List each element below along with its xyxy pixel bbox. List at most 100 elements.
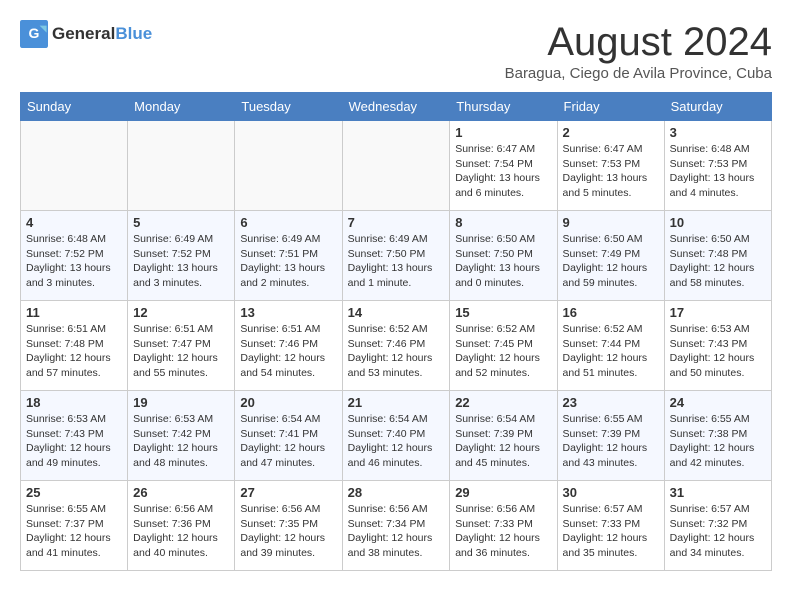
title-area: August 2024 Baragua, Ciego de Avila Prov… [505,20,772,82]
calendar-cell: 17Sunrise: 6:53 AM Sunset: 7:43 PM Dayli… [664,301,771,391]
day-info: Sunrise: 6:57 AM Sunset: 7:32 PM Dayligh… [670,502,766,561]
calendar-cell: 4Sunrise: 6:48 AM Sunset: 7:52 PM Daylig… [21,211,128,301]
day-info: Sunrise: 6:56 AM Sunset: 7:36 PM Dayligh… [133,502,229,561]
day-info: Sunrise: 6:53 AM Sunset: 7:42 PM Dayligh… [133,412,229,471]
calendar-table: SundayMondayTuesdayWednesdayThursdayFrid… [20,92,772,571]
day-number: 28 [348,485,445,500]
calendar-cell [342,121,450,211]
calendar-cell: 30 Sunrise: 6:57 AM Sunset: 7:33 PM Dayli… [557,481,664,571]
calendar-cell: 8 Sunrise: 6:50 AM Sunset: 7:50 PM Daylig… [450,211,557,301]
logo-icon: G [20,20,48,48]
calendar-cell: 24Sunrise: 6:55 AM Sunset: 7:38 PM Dayli… [664,391,771,481]
day-number: 22 [455,395,551,410]
day-number: 16 [563,305,659,320]
calendar-week-row: 4Sunrise: 6:48 AM Sunset: 7:52 PM Daylig… [21,211,772,301]
day-info: Sunrise: 6:52 AM Sunset: 7:45 PM Dayligh… [455,322,551,381]
calendar-cell: 28Sunrise: 6:56 AM Sunset: 7:34 PM Dayli… [342,481,450,571]
day-info: Sunrise: 6:49 AM Sunset: 7:50 PM Dayligh… [348,232,445,291]
svg-text:G: G [29,25,40,41]
calendar-cell: 21Sunrise: 6:54 AM Sunset: 7:40 PM Dayli… [342,391,450,481]
day-info: Sunrise: 6:53 AM Sunset: 7:43 PM Dayligh… [26,412,122,471]
calendar-cell: 6Sunrise: 6:49 AM Sunset: 7:51 PM Daylig… [235,211,342,301]
calendar-cell: 22Sunrise: 6:54 AM Sunset: 7:39 PM Dayli… [450,391,557,481]
day-info: Sunrise: 6:51 AM Sunset: 7:46 PM Dayligh… [240,322,336,381]
day-number: 29 [455,485,551,500]
logo: G GeneralBlue [20,20,152,48]
calendar-cell [21,121,128,211]
day-number: 20 [240,395,336,410]
calendar-cell: 25 Sunrise: 6:55 AM Sunset: 7:37 PM Dayli… [21,481,128,571]
calendar-cell: 20 Sunrise: 6:54 AM Sunset: 7:41 PM Dayli… [235,391,342,481]
calendar-cell: 16 Sunrise: 6:52 AM Sunset: 7:44 PM Dayli… [557,301,664,391]
calendar-cell: 13 Sunrise: 6:51 AM Sunset: 7:46 PM Dayli… [235,301,342,391]
day-info: Sunrise: 6:50 AM Sunset: 7:50 PM Dayligh… [455,232,551,291]
calendar-cell: 2Sunrise: 6:47 AM Sunset: 7:53 PM Daylig… [557,121,664,211]
calendar-cell: 1 Sunrise: 6:47 AM Sunset: 7:54 PM Daylig… [450,121,557,211]
day-info: Sunrise: 6:52 AM Sunset: 7:44 PM Dayligh… [563,322,659,381]
calendar-cell: 23Sunrise: 6:55 AM Sunset: 7:39 PM Dayli… [557,391,664,481]
calendar-cell: 15 Sunrise: 6:52 AM Sunset: 7:45 PM Dayli… [450,301,557,391]
day-number: 18 [26,395,122,410]
page-header: G GeneralBlue August 2024 Baragua, Ciego… [20,20,772,82]
day-info: Sunrise: 6:49 AM Sunset: 7:51 PM Dayligh… [240,232,336,291]
calendar-cell: 12Sunrise: 6:51 AM Sunset: 7:47 PM Dayli… [128,301,235,391]
calendar-cell [128,121,235,211]
day-info: Sunrise: 6:54 AM Sunset: 7:41 PM Dayligh… [240,412,336,471]
day-number: 3 [670,125,766,140]
day-info: Sunrise: 6:54 AM Sunset: 7:40 PM Dayligh… [348,412,445,471]
day-info: Sunrise: 6:55 AM Sunset: 7:37 PM Dayligh… [26,502,122,561]
column-header-monday: Monday [128,93,235,121]
day-info: Sunrise: 6:51 AM Sunset: 7:48 PM Dayligh… [26,322,122,381]
calendar-cell: 27Sunrise: 6:56 AM Sunset: 7:35 PM Dayli… [235,481,342,571]
day-number: 23 [563,395,659,410]
logo-blue: Blue [115,24,152,44]
calendar-cell: 29 Sunrise: 6:56 AM Sunset: 7:33 PM Dayli… [450,481,557,571]
day-number: 19 [133,395,229,410]
column-header-sunday: Sunday [21,93,128,121]
day-info: Sunrise: 6:52 AM Sunset: 7:46 PM Dayligh… [348,322,445,381]
day-number: 15 [455,305,551,320]
day-number: 31 [670,485,766,500]
location-title: Baragua, Ciego de Avila Province, Cuba [505,65,772,82]
day-info: Sunrise: 6:49 AM Sunset: 7:52 PM Dayligh… [133,232,229,291]
column-header-thursday: Thursday [450,93,557,121]
calendar-cell [235,121,342,211]
day-number: 26 [133,485,229,500]
day-number: 9 [563,215,659,230]
calendar-week-row: 1 Sunrise: 6:47 AM Sunset: 7:54 PM Daylig… [21,121,772,211]
logo-general: General [52,24,115,44]
calendar-cell: 31 Sunrise: 6:57 AM Sunset: 7:32 PM Dayli… [664,481,771,571]
day-number: 25 [26,485,122,500]
day-number: 11 [26,305,122,320]
day-number: 7 [348,215,445,230]
calendar-cell: 11 Sunrise: 6:51 AM Sunset: 7:48 PM Dayli… [21,301,128,391]
day-number: 4 [26,215,122,230]
calendar-cell: 14Sunrise: 6:52 AM Sunset: 7:46 PM Dayli… [342,301,450,391]
calendar-cell: 3Sunrise: 6:48 AM Sunset: 7:53 PM Daylig… [664,121,771,211]
day-number: 10 [670,215,766,230]
day-number: 5 [133,215,229,230]
day-number: 13 [240,305,336,320]
calendar-week-row: 25 Sunrise: 6:55 AM Sunset: 7:37 PM Dayli… [21,481,772,571]
calendar-cell: 5 Sunrise: 6:49 AM Sunset: 7:52 PM Daylig… [128,211,235,301]
day-info: Sunrise: 6:56 AM Sunset: 7:33 PM Dayligh… [455,502,551,561]
calendar-header-row: SundayMondayTuesdayWednesdayThursdayFrid… [21,93,772,121]
day-number: 8 [455,215,551,230]
calendar-cell: 18 Sunrise: 6:53 AM Sunset: 7:43 PM Dayli… [21,391,128,481]
day-number: 30 [563,485,659,500]
column-header-wednesday: Wednesday [342,93,450,121]
calendar-cell: 10Sunrise: 6:50 AM Sunset: 7:48 PM Dayli… [664,211,771,301]
day-number: 12 [133,305,229,320]
day-info: Sunrise: 6:57 AM Sunset: 7:33 PM Dayligh… [563,502,659,561]
day-number: 1 [455,125,551,140]
calendar-cell: 26 Sunrise: 6:56 AM Sunset: 7:36 PM Dayli… [128,481,235,571]
day-number: 27 [240,485,336,500]
calendar-week-row: 11 Sunrise: 6:51 AM Sunset: 7:48 PM Dayli… [21,301,772,391]
day-info: Sunrise: 6:53 AM Sunset: 7:43 PM Dayligh… [670,322,766,381]
column-header-tuesday: Tuesday [235,93,342,121]
column-header-saturday: Saturday [664,93,771,121]
day-number: 2 [563,125,659,140]
day-info: Sunrise: 6:47 AM Sunset: 7:54 PM Dayligh… [455,142,551,201]
calendar-cell: 7 Sunrise: 6:49 AM Sunset: 7:50 PM Daylig… [342,211,450,301]
calendar-cell: 9Sunrise: 6:50 AM Sunset: 7:49 PM Daylig… [557,211,664,301]
